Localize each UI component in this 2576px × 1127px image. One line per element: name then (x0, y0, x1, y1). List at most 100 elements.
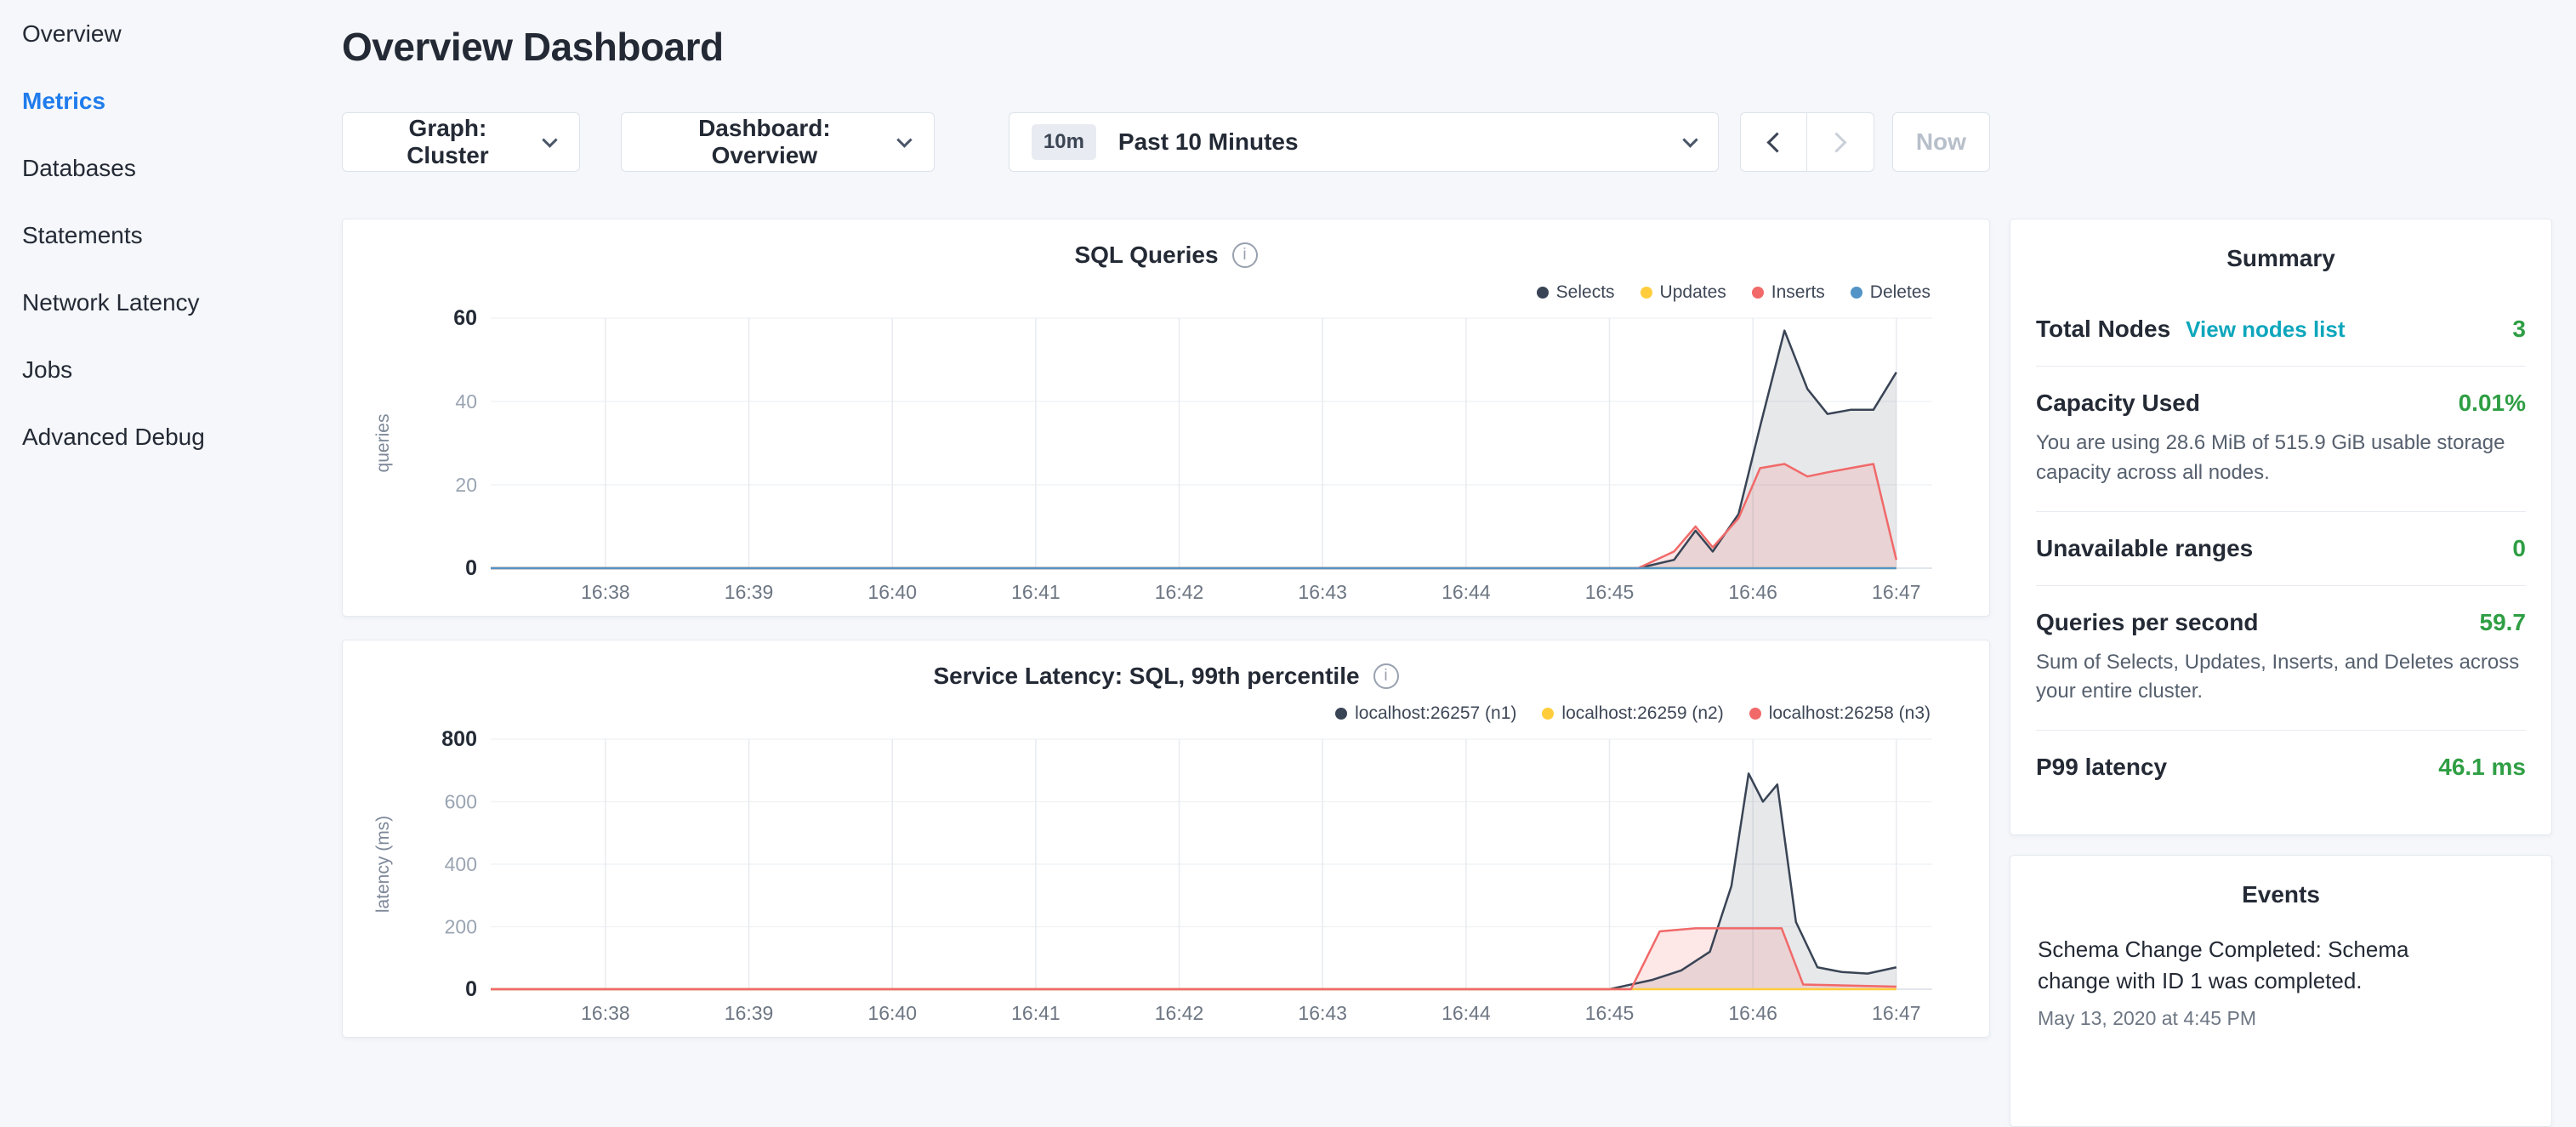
svg-text:16:45: 16:45 (1585, 1002, 1635, 1024)
chevron-down-icon (542, 132, 557, 147)
legend-item-localhost-26258-n3-: localhost:26258 (n3) (1749, 703, 1931, 724)
events-panel: Events Schema Change Completed: Schema c… (2010, 855, 2552, 1127)
info-icon[interactable] (1373, 663, 1399, 689)
dashboard-dropdown[interactable]: Dashboard: Overview (621, 112, 935, 172)
legend-label: Updates (1660, 282, 1726, 303)
time-prev-button[interactable] (1740, 112, 1807, 172)
legend-label: Selects (1556, 282, 1615, 303)
legend-dot (1641, 287, 1652, 299)
service-latency-chart-panel: Service Latency: SQL, 99th percentile lo… (342, 640, 1990, 1038)
summary-label: Total Nodes (2036, 316, 2170, 343)
svg-text:16:38: 16:38 (581, 581, 630, 603)
svg-text:16:44: 16:44 (1442, 581, 1491, 603)
svg-text:16:40: 16:40 (867, 1002, 917, 1024)
right-column: Summary Total Nodes View nodes list 3 Ca… (2010, 219, 2552, 1127)
svg-text:200: 200 (445, 916, 477, 938)
svg-text:16:42: 16:42 (1155, 581, 1204, 603)
summary-value: 0 (2512, 535, 2526, 562)
legend-label: localhost:26259 (n2) (1561, 703, 1723, 724)
info-icon[interactable] (1232, 242, 1258, 268)
sql-queries-chart-panel: SQL Queries Selects Updates Inserts Deletes… (342, 219, 1990, 617)
sidebar-item-overview[interactable]: Overview (22, 0, 340, 67)
legend-item-inserts: Inserts (1752, 282, 1825, 303)
summary-label: Capacity Used (2036, 390, 2200, 417)
summary-label: Unavailable ranges (2036, 535, 2253, 562)
main-content: Overview Dashboard Graph: Cluster Dashbo… (342, 0, 1990, 1038)
chart-svg: 16:3816:3916:4016:4116:4216:4316:4416:45… (363, 727, 1970, 1033)
svg-text:latency (ms): latency (ms) (373, 816, 393, 913)
svg-text:0: 0 (465, 977, 477, 1001)
summary-label: Queries per second (2036, 609, 2258, 636)
graph-dropdown[interactable]: Graph: Cluster (342, 112, 580, 172)
summary-title: Summary (2036, 219, 2526, 293)
sidebar-item-jobs[interactable]: Jobs (22, 336, 340, 403)
event-timestamp: May 13, 2020 at 4:45 PM (2038, 1007, 2524, 1030)
chart-plot[interactable]: 16:3816:3916:4016:4116:4216:4316:4416:45… (363, 306, 1969, 612)
summary-value: 59.7 (2480, 609, 2527, 636)
events-title: Events (2038, 856, 2524, 929)
svg-text:16:39: 16:39 (725, 1002, 774, 1024)
graph-dropdown-label: Graph: Cluster (367, 115, 529, 169)
time-pager (1740, 112, 1874, 172)
legend-label: Deletes (1870, 282, 1931, 303)
chevron-down-icon (896, 132, 912, 147)
time-range-selector[interactable]: 10m Past 10 Minutes (1009, 112, 1719, 172)
svg-text:0: 0 (465, 556, 477, 580)
now-button[interactable]: Now (1892, 112, 1990, 172)
chevron-right-icon (1827, 132, 1847, 152)
event-text: Schema Change Completed: Schema change w… (2038, 934, 2446, 997)
svg-text:16:39: 16:39 (725, 581, 774, 603)
legend-item-selects: Selects (1537, 282, 1615, 303)
page-title: Overview Dashboard (342, 24, 1990, 70)
legend-label: localhost:26257 (n1) (1355, 703, 1516, 724)
svg-text:40: 40 (455, 390, 477, 413)
legend-dot (1335, 708, 1347, 720)
chevron-left-icon (1766, 132, 1787, 152)
summary-row-p99-latency: P99 latency 46.1 ms (2036, 731, 2526, 804)
summary-value: 46.1 ms (2438, 754, 2526, 781)
svg-text:60: 60 (453, 306, 477, 330)
chart-svg: 16:3816:3916:4016:4116:4216:4316:4416:45… (363, 306, 1970, 612)
svg-text:16:47: 16:47 (1872, 581, 1921, 603)
sidebar-item-databases[interactable]: Databases (22, 134, 340, 202)
event-item: Schema Change Completed: Schema change w… (2038, 934, 2524, 1030)
svg-text:16:46: 16:46 (1728, 1002, 1777, 1024)
legend-dot (1749, 708, 1761, 720)
time-next-button[interactable] (1807, 112, 1874, 172)
svg-text:16:40: 16:40 (867, 581, 917, 603)
summary-description: Sum of Selects, Updates, Inserts, and De… (2036, 648, 2526, 708)
legend-item-localhost-26259-n2-: localhost:26259 (n2) (1542, 703, 1723, 724)
summary-label: P99 latency (2036, 754, 2167, 781)
svg-text:16:41: 16:41 (1011, 1002, 1061, 1024)
dashboard-dropdown-label: Dashboard: Overview (645, 115, 884, 169)
legend-item-updates: Updates (1641, 282, 1726, 303)
legend-dot (1542, 708, 1554, 720)
view-nodes-list-link[interactable]: View nodes list (2186, 316, 2345, 343)
sidebar-item-advanced-debug[interactable]: Advanced Debug (22, 403, 340, 470)
summary-value: 3 (2512, 316, 2526, 343)
svg-text:800: 800 (441, 727, 477, 751)
sidebar-item-network-latency[interactable]: Network Latency (22, 269, 340, 336)
svg-text:16:46: 16:46 (1728, 581, 1777, 603)
svg-text:16:47: 16:47 (1872, 1002, 1921, 1024)
svg-text:16:43: 16:43 (1298, 1002, 1347, 1024)
summary-row-total-nodes: Total Nodes View nodes list 3 (2036, 293, 2526, 367)
time-range-label: Past 10 Minutes (1118, 128, 1299, 156)
svg-text:400: 400 (445, 853, 477, 875)
chart-title: Service Latency: SQL, 99th percentile (933, 663, 1359, 690)
legend-label: localhost:26258 (n3) (1769, 703, 1931, 724)
chart-plot[interactable]: 16:3816:3916:4016:4116:4216:4316:4416:45… (363, 727, 1969, 1033)
summary-panel: Summary Total Nodes View nodes list 3 Ca… (2010, 219, 2552, 835)
legend-dot (1537, 287, 1549, 299)
legend-item-deletes: Deletes (1851, 282, 1931, 303)
sidebar: Overview Metrics Databases Statements Ne… (0, 0, 340, 470)
legend-dot (1851, 287, 1862, 299)
chart-legend: localhost:26257 (n1) localhost:26259 (n2)… (363, 702, 1969, 726)
svg-text:16:41: 16:41 (1011, 581, 1061, 603)
summary-value: 0.01% (2459, 390, 2526, 417)
sidebar-item-statements[interactable]: Statements (22, 202, 340, 269)
legend-dot (1752, 287, 1764, 299)
sidebar-item-metrics[interactable]: Metrics (22, 67, 340, 134)
chart-title-row: SQL Queries (363, 238, 1969, 272)
chart-legend: Selects Updates Inserts Deletes (363, 281, 1969, 305)
